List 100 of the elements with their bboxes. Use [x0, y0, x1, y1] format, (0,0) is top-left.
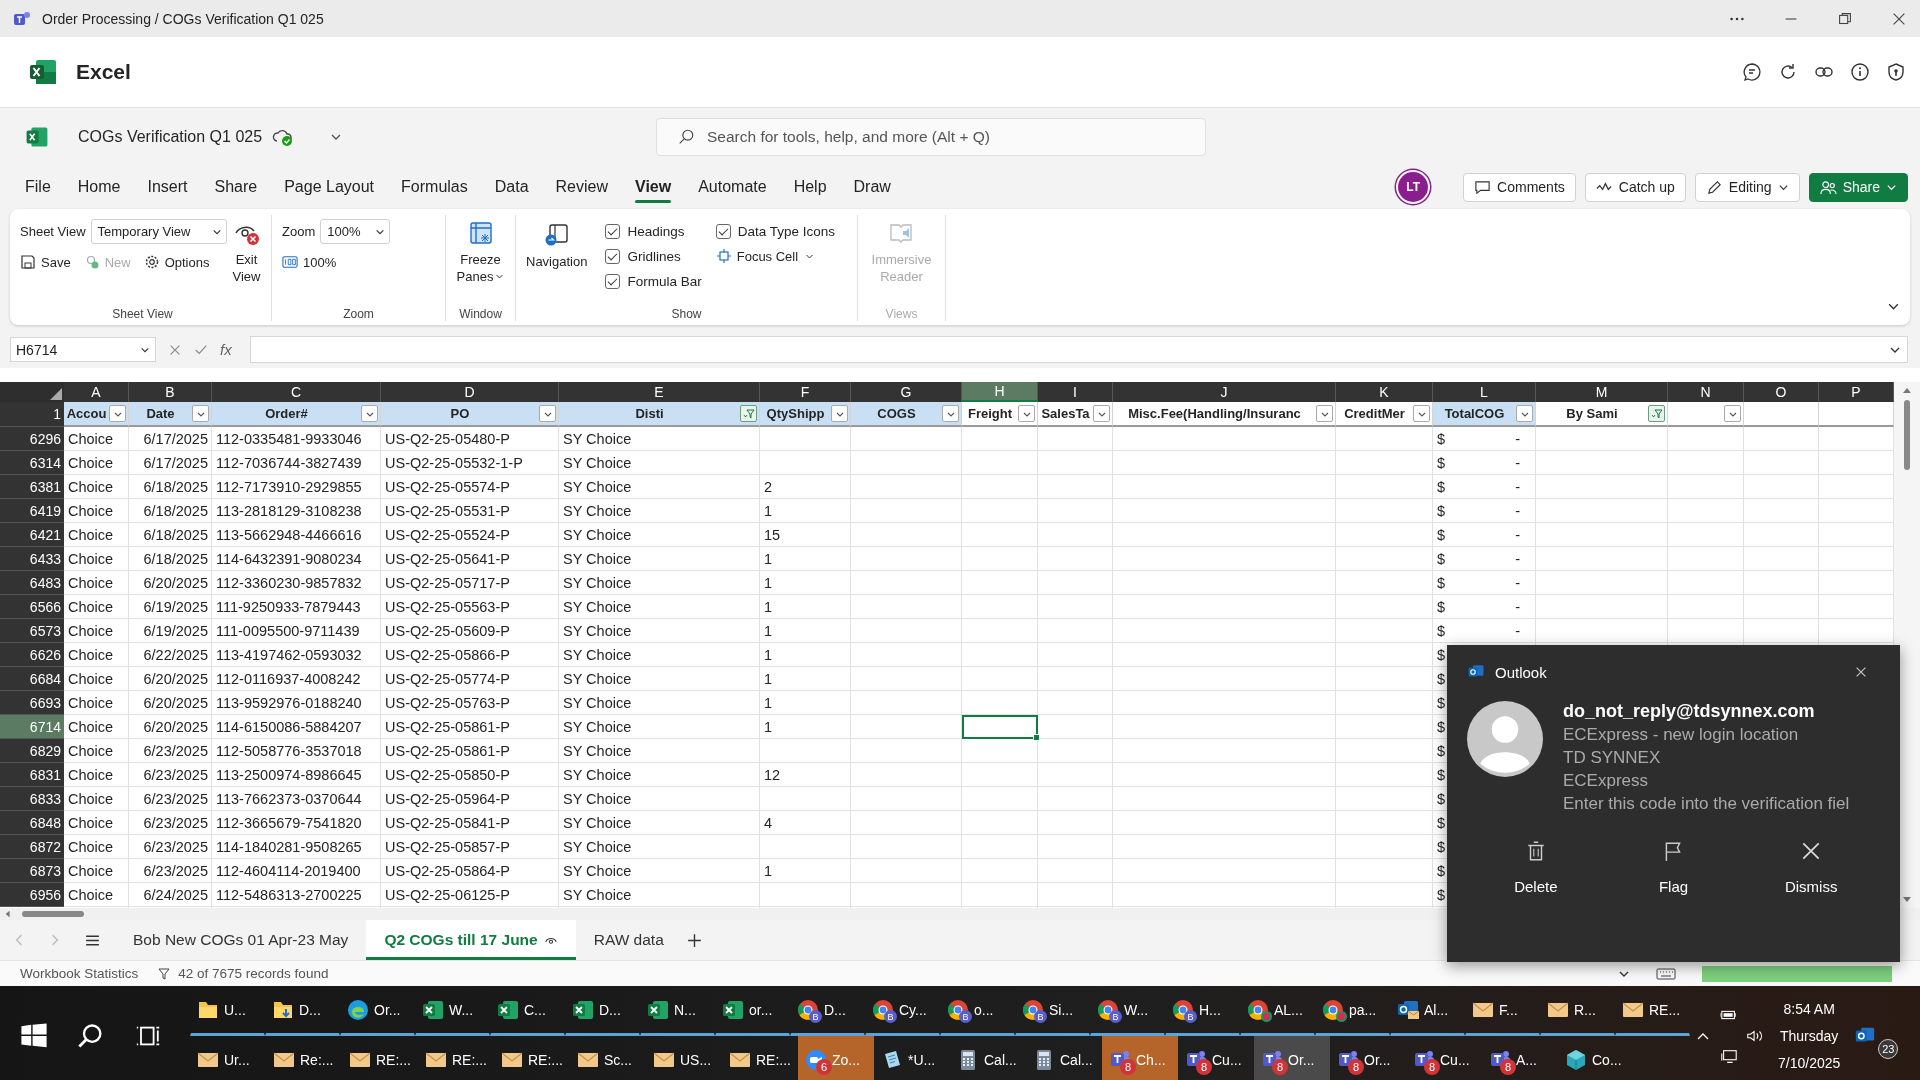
focus-cell-button[interactable]: Focus Cell — [715, 244, 828, 268]
scroll-left-icon[interactable] — [4, 910, 12, 918]
select-all-corner[interactable] — [0, 382, 64, 402]
row-header[interactable]: 6573 — [0, 619, 64, 643]
column-header[interactable]: N — [1668, 382, 1744, 402]
row-header[interactable]: 6714 — [0, 715, 64, 739]
taskbar-app-button[interactable]: B Si... — [1015, 986, 1090, 1036]
filter-dropdown-button[interactable] — [539, 405, 556, 422]
ribbon-tab[interactable]: Insert — [136, 170, 199, 204]
taskbar-app-button[interactable]: B o... — [940, 986, 1015, 1036]
info-icon[interactable] — [1850, 62, 1870, 82]
taskbar-app-button[interactable]: 8 Or... — [1254, 1036, 1330, 1080]
keyboard-icon[interactable] — [1656, 967, 1676, 980]
column-header[interactable]: F — [760, 382, 851, 402]
taskbar-app-button[interactable]: *U... — [874, 1036, 950, 1080]
clock[interactable]: 8:54 AM Thursday 7/10/2025 — [1778, 1001, 1841, 1071]
document-name[interactable]: COGs Verification Q1 025 — [78, 127, 263, 146]
filter-dropdown-button[interactable] — [361, 405, 378, 422]
options-button[interactable]: Options — [143, 250, 210, 274]
filter-dropdown-button[interactable] — [192, 405, 209, 422]
shield-icon[interactable] — [1886, 62, 1906, 82]
taskbar-app-button[interactable]: Co... — [1558, 1036, 1634, 1080]
sheet-tab[interactable]: RAW data — [575, 920, 682, 960]
filter-applied-button[interactable] — [740, 405, 757, 422]
row-header[interactable]: 6848 — [0, 811, 64, 835]
column-header[interactable]: I — [1038, 382, 1113, 402]
user-avatar[interactable]: LT — [1398, 172, 1429, 202]
filter-dropdown-button[interactable] — [109, 405, 126, 422]
taskbar-app-button[interactable]: RE... — [1615, 986, 1690, 1036]
ribbon-tab[interactable]: Review — [544, 170, 619, 204]
taskbar-app-button[interactable]: Re:... — [266, 1036, 342, 1080]
delete-button[interactable]: Delete — [1480, 840, 1591, 895]
editing-button[interactable]: Editing — [1694, 172, 1800, 202]
navigation-button[interactable]: Navigation — [526, 217, 588, 270]
ribbon-tab[interactable]: Page Layout — [273, 170, 386, 204]
taskbar-app-button[interactable]: 8 Cu... — [1406, 1036, 1482, 1080]
taskbar-app-button[interactable]: F... — [1465, 986, 1540, 1036]
taskbar-app-button[interactable]: Sc... — [570, 1036, 646, 1080]
ribbon-tab[interactable]: Home — [66, 170, 132, 204]
filter-dropdown-button[interactable] — [1093, 405, 1110, 422]
column-header[interactable]: G — [851, 382, 962, 402]
ribbon-tab[interactable]: View — [624, 170, 683, 204]
active-cell[interactable] — [962, 715, 1038, 739]
column-header[interactable]: B — [129, 382, 212, 402]
taskbar-app-button[interactable]: 6 Zo... — [798, 1036, 874, 1080]
exit-view-button[interactable]: Exit View — [232, 215, 261, 285]
search-input[interactable]: Search for tools, help, and more (Alt + Q) — [707, 127, 1187, 146]
row-header[interactable]: 1 — [0, 402, 64, 427]
taskbar-app-button[interactable]: RE:... — [494, 1036, 570, 1080]
taskbar-app-button[interactable]: or... — [715, 986, 790, 1036]
row-header[interactable]: 6872 — [0, 835, 64, 859]
scrollbar-thumb[interactable] — [1904, 400, 1910, 470]
volume-icon[interactable] — [1746, 1028, 1764, 1044]
filter-dropdown-button[interactable] — [1413, 405, 1430, 422]
column-header[interactable]: K — [1336, 382, 1433, 402]
flag-button[interactable]: Flag — [1618, 840, 1729, 895]
column-header[interactable]: E — [559, 382, 760, 402]
ribbon-tab[interactable]: Share — [203, 170, 269, 204]
taskbar-app-button[interactable]: B H... — [1165, 986, 1240, 1036]
workbook-statistics[interactable]: Workbook Statistics — [20, 966, 139, 981]
name-box[interactable]: H6714 — [10, 337, 156, 362]
taskbar-app-button[interactable]: Cal... — [950, 1036, 1026, 1080]
row-header[interactable]: 6626 — [0, 643, 64, 667]
column-header[interactable]: M — [1536, 382, 1668, 402]
taskbar-app-button[interactable]: C... — [490, 986, 565, 1036]
ribbon-tab[interactable]: Help — [782, 170, 838, 204]
column-header[interactable]: A — [64, 382, 129, 402]
dismiss-button[interactable]: Dismiss — [1756, 840, 1867, 895]
zoom-dropdown[interactable]: 100% — [320, 219, 391, 244]
row-header[interactable]: 6296 — [0, 427, 64, 451]
taskbar-app-button[interactable]: U... — [190, 986, 265, 1036]
row-header[interactable]: 6873 — [0, 859, 64, 883]
taskbar-app-button[interactable]: Or... — [340, 986, 415, 1036]
ribbon-tab[interactable]: Draw — [842, 170, 902, 204]
ribbon-tab[interactable]: Formulas — [390, 170, 479, 204]
share-button[interactable]: Share — [1808, 172, 1908, 202]
taskbar-app-button[interactable]: 8 Ch... — [1102, 1036, 1178, 1080]
taskbar-app-button[interactable]: W... — [415, 986, 490, 1036]
chat-icon[interactable] — [1742, 62, 1762, 82]
taskbar-app-button[interactable]: Al... — [1390, 986, 1465, 1036]
filter-dropdown-button[interactable] — [1724, 405, 1741, 422]
scroll-up-icon[interactable] — [1902, 386, 1912, 396]
ribbon-tab[interactable]: Data — [483, 170, 540, 204]
taskbar-app-button[interactable]: R... — [1540, 986, 1615, 1036]
row-header[interactable]: 6566 — [0, 595, 64, 619]
filter-dropdown-button[interactable] — [1516, 405, 1533, 422]
row-header[interactable]: 6433 — [0, 547, 64, 571]
sheet-tab[interactable]: Q2 COGs till 17 June — [366, 920, 576, 960]
row-header[interactable]: 6684 — [0, 667, 64, 691]
search-field[interactable]: Search for tools, help, and more (Alt + Q) — [656, 117, 1206, 156]
windows-icon[interactable] — [20, 1022, 49, 1050]
checkbox[interactable] — [605, 224, 621, 239]
refresh-icon[interactable] — [1778, 62, 1798, 82]
taskbar-app-button[interactable]: RE:... — [342, 1036, 418, 1080]
column-header[interactable]: H — [962, 382, 1038, 402]
check-icon[interactable] — [194, 342, 208, 357]
taskbar-app-button[interactable]: D... — [565, 986, 640, 1036]
filter-dropdown-button[interactable] — [942, 405, 959, 422]
row-header[interactable]: 6829 — [0, 739, 64, 763]
taskbar-app-button[interactable]: 8 Or... — [1330, 1036, 1406, 1080]
